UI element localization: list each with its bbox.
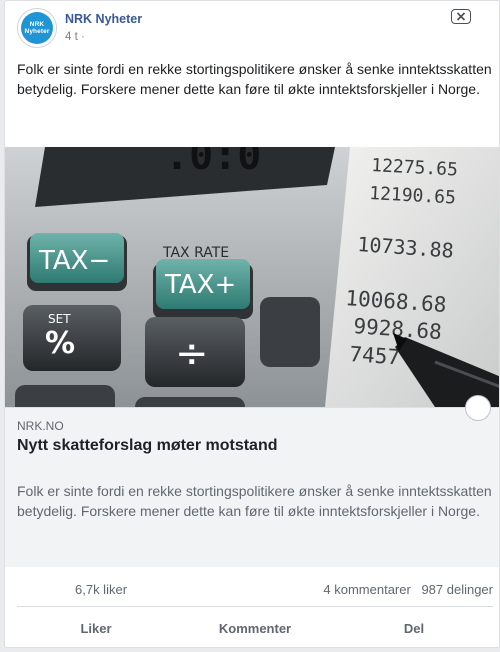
comment-button[interactable]: Kommenter <box>176 607 334 647</box>
svg-text:.0:0: .0:0 <box>165 147 261 179</box>
post-timestamp[interactable]: 4 t · <box>65 31 85 43</box>
selection-circle[interactable] <box>465 395 491 421</box>
link-domain: NRK.NO <box>17 419 64 433</box>
set-label: SET <box>48 312 71 326</box>
calculator-image: .0:0 TAX− TAX RATE TAX+ SET % ÷ 12275.65… <box>5 147 499 407</box>
comments-count[interactable]: 4 kommentarer <box>323 582 410 597</box>
link-image[interactable]: .0:0 TAX− TAX RATE TAX+ SET % ÷ 12275.65… <box>5 147 499 407</box>
comment-button-label: Kommenter <box>218 620 292 636</box>
action-bar: Liker Kommenter Del <box>17 607 493 647</box>
avatar-text-1: NRK <box>29 21 45 28</box>
likes-count[interactable]: 6,7k liker <box>75 582 127 597</box>
page-name-link[interactable]: NRK Nyheter <box>65 12 142 26</box>
shares-count[interactable]: 987 delinger <box>421 582 493 597</box>
share-button-label: Del <box>403 620 425 636</box>
close-button[interactable] <box>451 9 471 24</box>
link-headline[interactable]: Nytt skatteforslag møter motstand <box>17 437 278 455</box>
share-button[interactable]: Del <box>335 607 493 647</box>
percent-key: % <box>45 326 75 361</box>
page-avatar[interactable]: NRK Nyheter <box>17 8 57 48</box>
tax-rate-label: TAX RATE <box>162 245 229 261</box>
engagement-stats: 6,7k liker 4 kommentarer 987 delinger <box>17 567 493 607</box>
avatar-text-2: Nyheter <box>24 28 50 35</box>
paper-number-6: 7457 <box>349 342 401 369</box>
like-button[interactable]: Liker <box>17 607 175 647</box>
nrk-logo-icon: NRK Nyheter <box>21 12 53 44</box>
like-button-label: Liker <box>80 620 112 636</box>
comments-shares: 4 kommentarer 987 delinger <box>323 582 493 597</box>
divide-key: ÷ <box>175 331 209 377</box>
post-text: Folk er sinte fordi en rekke stortingspo… <box>17 61 492 97</box>
link-preview[interactable]: NRK.NO Nytt skatteforslag møter motstand… <box>5 407 499 567</box>
tax-plus-key: TAX+ <box>164 270 236 300</box>
post-card: NRK Nyheter NRK Nyheter 4 t · Folk er si… <box>4 0 500 648</box>
tax-minus-key: TAX− <box>38 246 110 276</box>
link-description: Folk er sinte fordi en rekke stortingspo… <box>17 483 492 519</box>
close-icon <box>456 12 466 21</box>
